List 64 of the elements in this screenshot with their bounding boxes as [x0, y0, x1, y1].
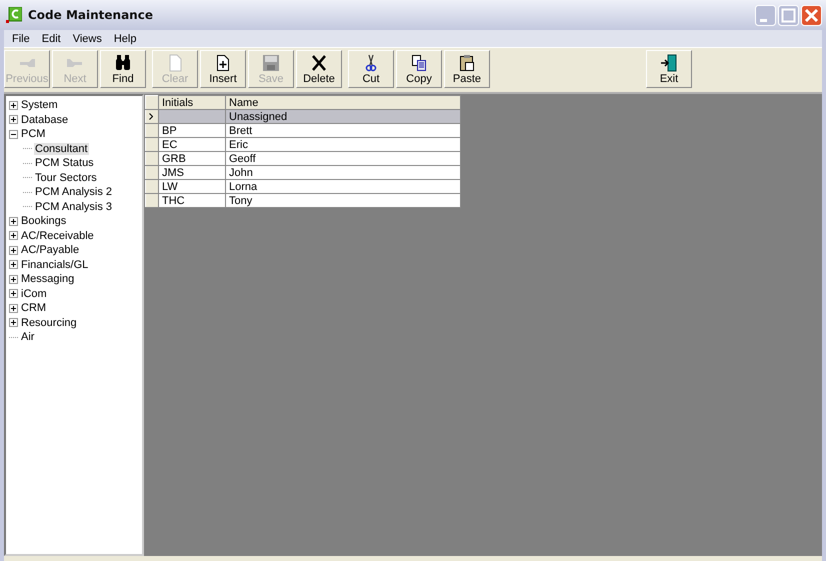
table-cell: Unassigned: [229, 110, 288, 122]
menu-item[interactable]: Views: [66, 32, 108, 44]
menu-item[interactable]: File: [6, 32, 36, 44]
tree-item[interactable]: PCM Status: [34, 157, 95, 170]
binoculars-icon: [114, 54, 132, 72]
toolbar-button[interactable]: Cut: [348, 50, 394, 88]
menu-item[interactable]: Help: [108, 32, 142, 44]
tree-item[interactable]: CRM: [20, 302, 48, 314]
door-icon: [660, 54, 678, 72]
cross-icon: [310, 54, 328, 72]
expander-icon[interactable]: [9, 231, 18, 240]
expander-icon[interactable]: [9, 115, 18, 124]
table-cell: Tony: [229, 194, 252, 206]
tree-item[interactable]: Database: [20, 114, 70, 126]
app-icon: [6, 7, 22, 23]
toolbar-button[interactable]: Paste: [444, 50, 490, 88]
tree-item[interactable]: iCom: [20, 288, 48, 300]
tree-item[interactable]: Resourcing: [20, 316, 78, 329]
expander-icon[interactable]: [9, 100, 18, 110]
tree-item[interactable]: Messaging: [20, 273, 76, 286]
tree-item[interactable]: Air: [20, 331, 36, 344]
table-cell: John: [229, 166, 253, 178]
expander-icon[interactable]: [9, 260, 18, 270]
table-cell: BP: [162, 124, 177, 136]
toolbar-button[interactable]: Delete: [296, 50, 342, 88]
table-cell: Brett: [229, 124, 252, 136]
expander-icon[interactable]: [9, 274, 18, 284]
tree-item[interactable]: AC/Receivable: [20, 230, 95, 242]
menu-item[interactable]: Edit: [36, 32, 67, 44]
tree-item[interactable]: System: [20, 99, 59, 112]
tree-item[interactable]: PCM Analysis 3: [34, 200, 114, 213]
table-cell: THC: [162, 194, 185, 206]
tree-item[interactable]: Bookings: [20, 215, 68, 228]
clipboard-icon: [458, 54, 476, 72]
tree-item[interactable]: PCM: [20, 128, 46, 140]
close-icon[interactable]: [801, 4, 822, 26]
table-cell: JMS: [162, 166, 184, 178]
current-row-icon: [149, 112, 153, 120]
expander-icon[interactable]: [9, 289, 18, 298]
expander-icon[interactable]: [9, 216, 18, 226]
expander-icon[interactable]: [9, 318, 18, 328]
table-cell: Geoff: [229, 152, 256, 164]
table-cell: EC: [162, 138, 178, 150]
copy-icon: [410, 54, 428, 72]
expander-icon[interactable]: [9, 130, 18, 139]
table-cell: GRB: [162, 152, 186, 164]
window-title: Code Maintenance: [28, 8, 153, 22]
table-cell: Eric: [229, 138, 248, 150]
table-cell: LW: [162, 180, 178, 192]
column-header[interactable]: Initials: [158, 96, 226, 110]
toolbar-button[interactable]: Exit: [646, 50, 692, 88]
tree-item[interactable]: AC/Payable: [20, 244, 80, 256]
expander-icon[interactable]: [9, 246, 18, 255]
column-header[interactable]: Name: [226, 96, 460, 110]
table-cell: Lorna: [229, 180, 258, 192]
tree-item[interactable]: PCM Analysis 2: [34, 186, 114, 198]
toolbar-button[interactable]: Find: [100, 50, 146, 88]
toolbar-button[interactable]: Copy: [396, 50, 442, 88]
toolbar-button[interactable]: Insert: [200, 50, 246, 88]
tree-item[interactable]: Consultant: [34, 142, 89, 155]
expander-icon[interactable]: [9, 304, 18, 313]
page-plus-icon: [214, 54, 232, 72]
tree-item[interactable]: Tour Sectors: [34, 172, 98, 184]
tree-item[interactable]: Financials/GL: [20, 258, 90, 271]
